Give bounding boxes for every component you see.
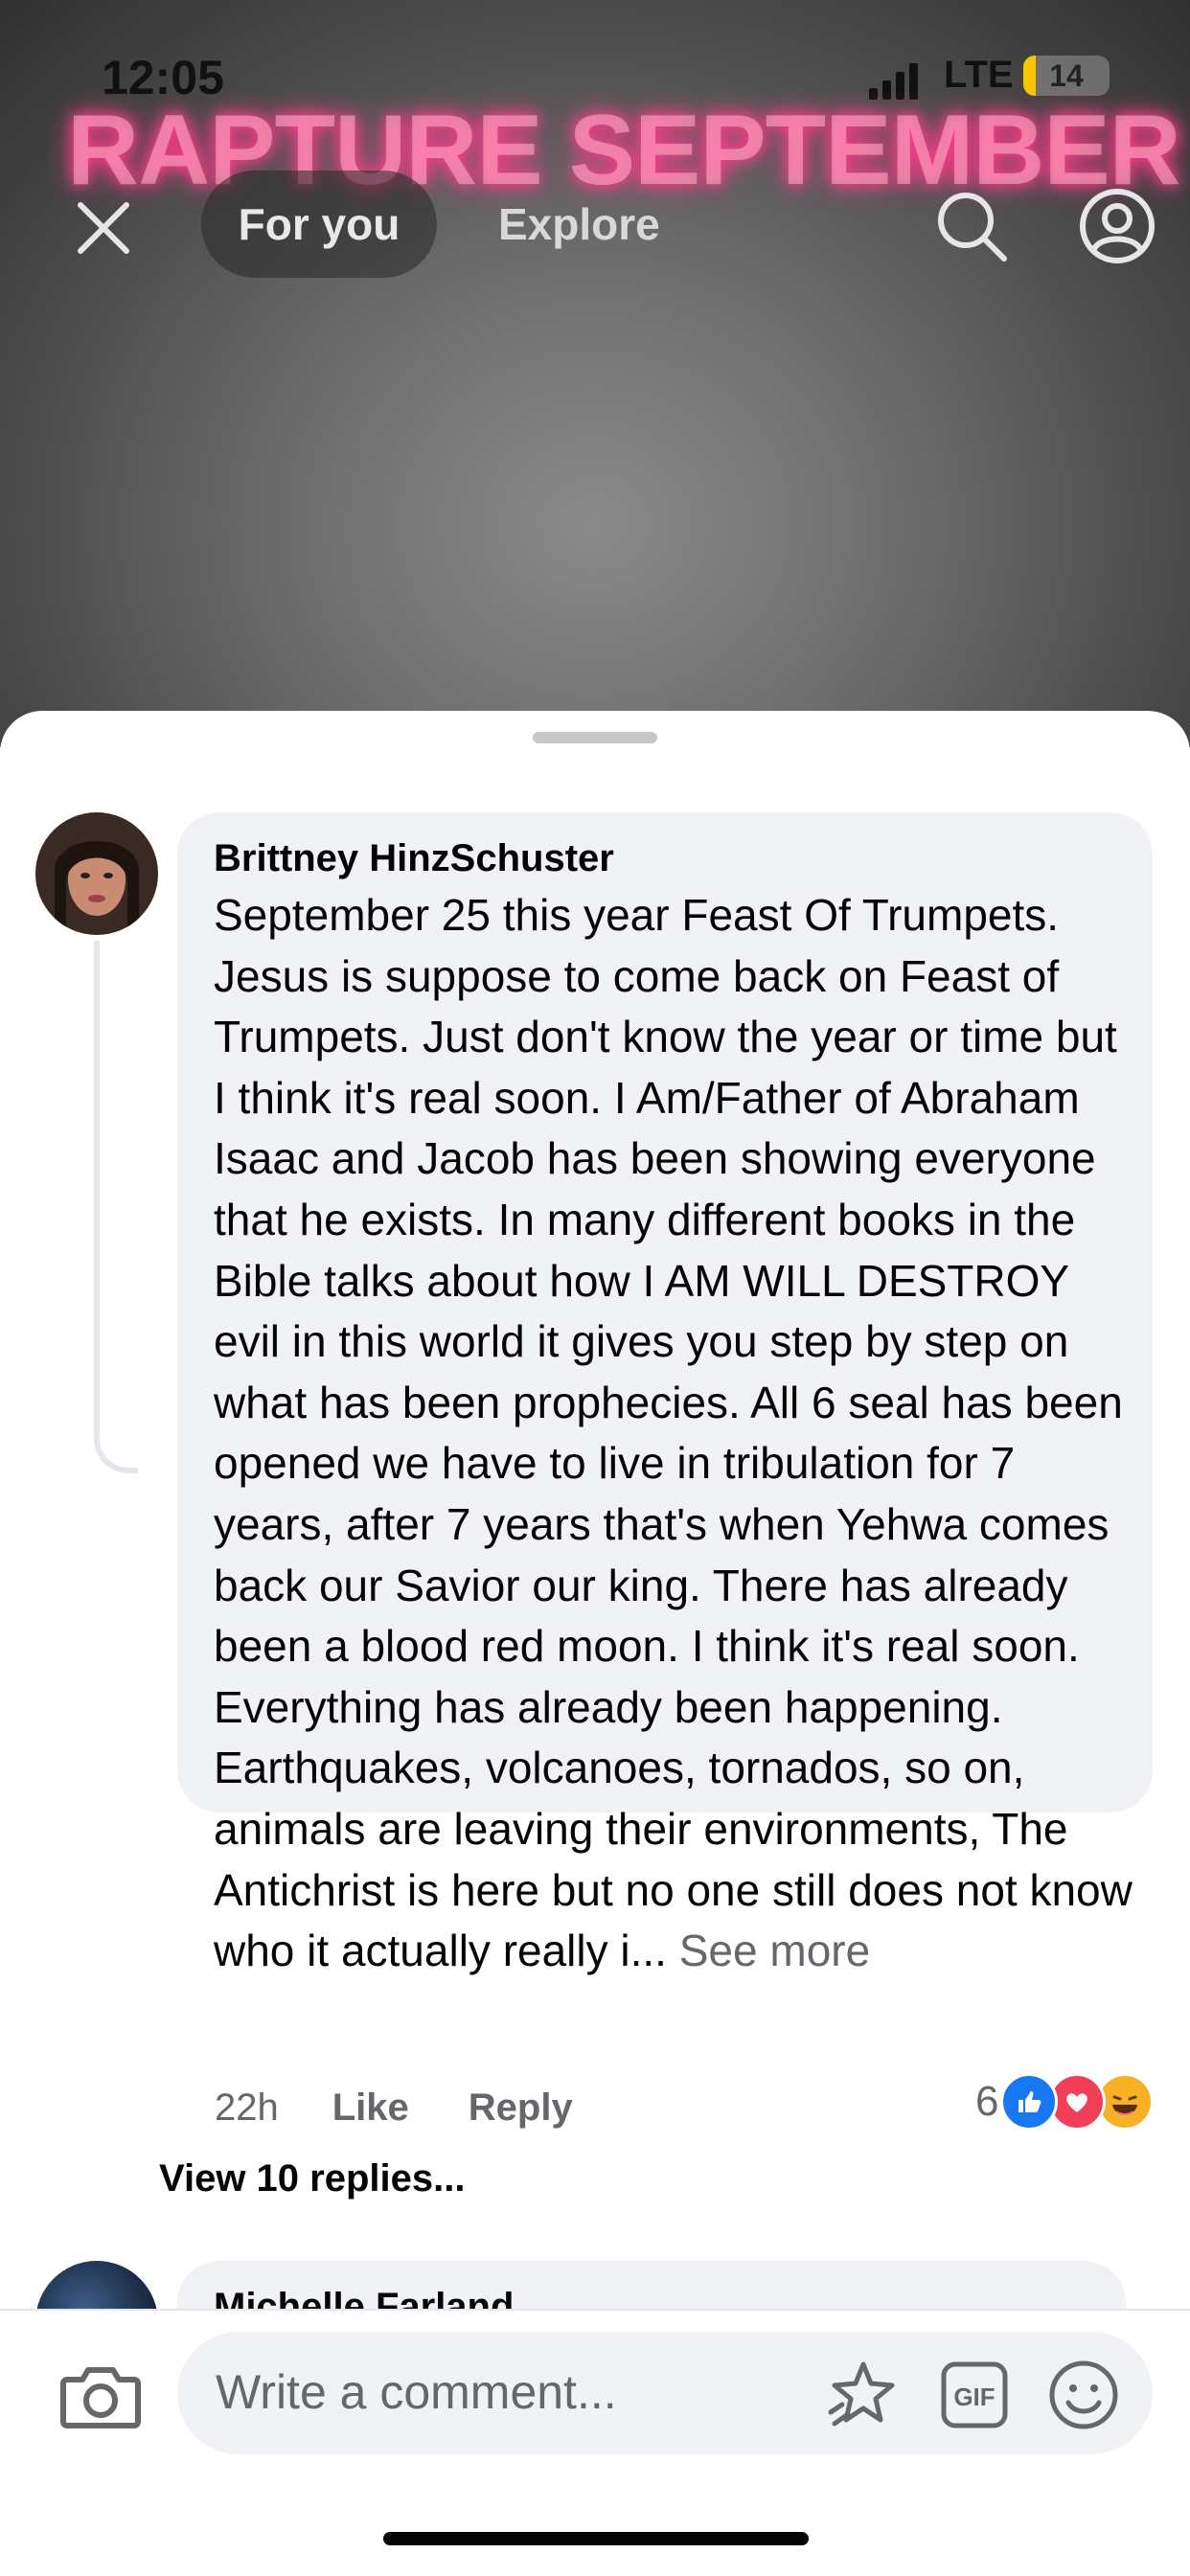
see-more-link[interactable]: See more	[667, 1926, 870, 1975]
top-nav: For you Explore	[0, 171, 1190, 278]
comment-input-placeholder: Write a comment...	[216, 2365, 617, 2419]
like-reaction-icon	[1000, 2073, 1059, 2131]
comment-input[interactable]: Write a comment... GIF	[177, 2332, 1153, 2454]
like-button[interactable]: Like	[332, 2086, 409, 2130]
comment-time[interactable]: 22h	[215, 2086, 279, 2130]
thread-line	[94, 941, 138, 1473]
avatar[interactable]	[35, 812, 158, 935]
reply-button[interactable]: Reply	[469, 2086, 573, 2130]
battery-percent: 14	[1049, 58, 1084, 93]
comments-sheet: Brittney HinzSchuster September 25 this …	[0, 711, 1190, 2574]
sheet-drag-handle[interactable]	[533, 732, 657, 743]
home-indicator[interactable]	[383, 2532, 809, 2545]
reactions-summary[interactable]: 6	[975, 2071, 1155, 2132]
reaction-count: 6	[975, 2078, 999, 2125]
search-icon[interactable]	[931, 186, 1012, 266]
camera-icon[interactable]	[57, 2359, 144, 2435]
video-background[interactable]: 12:05 LTE 14 RAPTURE SEPTEMBER For you E…	[0, 0, 1190, 747]
network-label: LTE	[944, 54, 1014, 96]
comment-author[interactable]: Brittney HinzSchuster	[214, 837, 614, 880]
view-replies-link[interactable]: View 10 replies...	[159, 2157, 465, 2200]
comment-actions: 22h Like Reply	[215, 2079, 632, 2136]
profile-icon[interactable]	[1077, 186, 1157, 266]
tab-for-you[interactable]: For you	[201, 171, 437, 278]
close-icon[interactable]	[67, 192, 140, 264]
gif-icon[interactable]: GIF	[940, 2360, 1009, 2429]
gif-label: GIF	[953, 2382, 995, 2411]
battery-icon: 14	[1023, 56, 1110, 96]
sticker-icon[interactable]	[825, 2357, 902, 2433]
comment-text: September 25 this year Feast Of Trumpets…	[214, 885, 1133, 1982]
comment-body: September 25 this year Feast Of Trumpets…	[214, 890, 1133, 1976]
tab-explore[interactable]: Explore	[498, 171, 660, 278]
emoji-icon[interactable]	[1045, 2357, 1122, 2433]
comment-bubble[interactable]: Brittney HinzSchuster September 25 this …	[177, 812, 1153, 1975]
